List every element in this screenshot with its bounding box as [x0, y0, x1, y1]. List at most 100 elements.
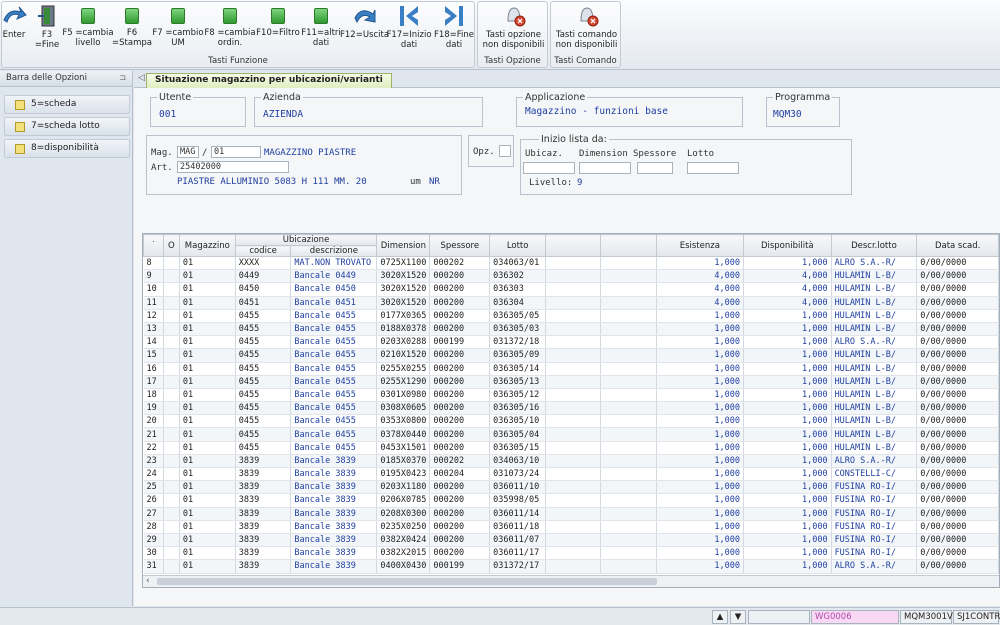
ubicaz-input[interactable]: [523, 162, 575, 174]
header-data-scad[interactable]: Data scad.: [916, 234, 999, 257]
f11-altri-dati-button[interactable]: F11=altri dati: [300, 4, 342, 48]
magazzino-cell: 01: [179, 375, 236, 389]
table-row[interactable]: 24 01 3839 Bancale 3839 0195X0423 000204 03107…: [143, 467, 999, 482]
row-number: 15: [143, 348, 164, 363]
table-row[interactable]: 27 01 3839 Bancale 3839 0208X0300 000200 03601…: [143, 507, 999, 521]
header-esistenza[interactable]: Esistenza: [655, 234, 745, 257]
opz-input[interactable]: [499, 145, 511, 157]
pin-icon[interactable]: ⊐: [119, 73, 126, 82]
mag-input[interactable]: MAG: [177, 146, 199, 158]
option-scheda-lotto[interactable]: 7=scheda lotto: [4, 117, 130, 136]
option-keys-button[interactable]: Tasti opzione non disponibili: [478, 4, 549, 50]
descr-lotto-cell: HULAMIN L-B/: [831, 388, 918, 403]
f5-cambia-livello-button[interactable]: F5 =cambia livello: [62, 4, 114, 48]
header-row-number[interactable]: ˙: [143, 234, 164, 257]
magazzino-cell: 01: [179, 309, 236, 323]
disponibilita-cell: 1,000: [743, 401, 832, 416]
table-row[interactable]: 29 01 3839 Bancale 3839 0382X0424 000200 03601…: [143, 533, 999, 548]
f17-inizio-dati-button[interactable]: F17=Inizio dati: [386, 4, 432, 50]
table-row[interactable]: 25 01 3839 Bancale 3839 0203X1180 000200 03601…: [143, 480, 999, 495]
table-row[interactable]: 17 01 0455 Bancale 0455 0255X1290 000200 03630…: [143, 375, 999, 389]
table-row[interactable]: 9 01 0449 Bancale 0449 3020X1520 000200 036302…: [143, 269, 999, 284]
descrizione-cell: Bancale 0451: [290, 296, 378, 310]
table-row[interactable]: 19 01 0455 Bancale 0455 0308X0605 000200 03630…: [143, 401, 999, 416]
empty-cell: [545, 348, 602, 363]
empty-cell: [600, 269, 657, 284]
table-row[interactable]: 21 01 0455 Bancale 0455 0378X0440 000200 03630…: [143, 427, 999, 442]
horizontal-scrollbar[interactable]: ‹: [143, 575, 999, 587]
row-number: 18: [143, 388, 164, 403]
f3-exit-button[interactable]: F3 =Fine: [32, 4, 62, 50]
tab-arrow-icon[interactable]: ◁: [138, 73, 145, 83]
esistenza-cell: 1,000: [656, 322, 745, 337]
spessore-input[interactable]: [637, 162, 673, 174]
spessore-cell: 000200: [429, 414, 491, 429]
tab-situazione-magazzino[interactable]: Situazione magazzino per ubicazioni/vari…: [146, 73, 392, 88]
f18-fine-dati-button[interactable]: F18=Fine dati: [432, 4, 476, 50]
header-descr-lotto[interactable]: Descr.lotto: [830, 234, 918, 257]
scrollbar-thumb[interactable]: [157, 578, 657, 585]
dimension-input[interactable]: [579, 162, 631, 174]
f6-stampa-button[interactable]: F6 =Stampa: [112, 4, 152, 48]
table-row[interactable]: 22 01 0455 Bancale 0455 0453X1501 000200 03630…: [143, 441, 999, 455]
option-scheda[interactable]: 5=scheda: [4, 95, 130, 114]
lotto-cell: 036305/15: [489, 441, 547, 455]
header-o[interactable]: O: [162, 234, 180, 257]
header-ubicazione[interactable]: Ubicazione: [234, 234, 378, 246]
o-cell: [163, 507, 180, 521]
f8-cambia-ordin-button[interactable]: F8 =cambia ordin.: [204, 4, 256, 48]
scroll-left-icon[interactable]: ‹: [146, 576, 150, 586]
table-row[interactable]: 18 01 0455 Bancale 0455 0301X0980 000200 03630…: [143, 388, 999, 403]
table-row[interactable]: 11 01 0451 Bancale 0451 3020X1520 000200 03630…: [143, 296, 999, 310]
table-row[interactable]: 16 01 0455 Bancale 0455 0255X0255 000200 03630…: [143, 362, 999, 376]
row-number: 19: [143, 401, 164, 416]
codice-cell: 0450: [235, 282, 292, 297]
esistenza-cell: 1,000: [656, 480, 745, 495]
table-row[interactable]: 14 01 0455 Bancale 0455 0203X0288 000199 03137…: [143, 335, 999, 350]
table-row[interactable]: 30 01 3839 Bancale 3839 0382X2015 000200 03601…: [143, 546, 999, 561]
o-cell: [163, 493, 180, 508]
table-row[interactable]: 28 01 3839 Bancale 3839 0235X0250 000200 03601…: [143, 520, 999, 534]
f10-filtro-button[interactable]: F10=Filtro: [255, 4, 301, 38]
header-codice[interactable]: codice: [234, 245, 292, 257]
option-disponibilita[interactable]: 8=disponibilità: [4, 139, 130, 158]
f12-uscita-button[interactable]: F12=Uscita: [340, 4, 389, 40]
header-spessore[interactable]: Spessore: [429, 234, 491, 257]
mag-description: MAGAZZINO PIASTRE: [264, 148, 357, 158]
option-keys-group-label: Tasti Opzione: [484, 56, 541, 66]
page-up-button[interactable]: ▲: [712, 610, 728, 624]
empty-cell: [545, 269, 602, 284]
header-empty-1[interactable]: [545, 234, 602, 257]
table-row[interactable]: 10 01 0450 Bancale 0450 3020X1520 000200 03630…: [143, 282, 999, 297]
header-dimension[interactable]: Dimension: [376, 234, 431, 257]
data-scad-cell: 0/00/0000: [916, 520, 999, 534]
table-row[interactable]: 12 01 0455 Bancale 0455 0177X0365 000200 03630…: [143, 309, 999, 323]
row-number: 31: [143, 559, 164, 574]
table-row[interactable]: 15 01 0455 Bancale 0455 0210X1520 000200 03630…: [143, 348, 999, 363]
mag-code-input[interactable]: 01: [211, 146, 261, 158]
table-row[interactable]: 8 01 XXXX MAT.NON TROVATO 0725X1100 000202 034…: [143, 256, 999, 271]
lotto-input[interactable]: [687, 162, 739, 174]
magazzino-cell: 01: [179, 269, 236, 284]
enter-button[interactable]: Enter: [0, 4, 28, 40]
page-down-button[interactable]: ▼: [730, 610, 746, 624]
utente-box: Utente 001: [150, 92, 246, 127]
table-row[interactable]: 13 01 0455 Bancale 0455 0188X0378 000200 03630…: [143, 322, 999, 337]
table-row[interactable]: 20 01 0455 Bancale 0455 0353X0800 000200 03630…: [143, 414, 999, 429]
f7-cambio-um-button[interactable]: F7 =cambio UM: [152, 4, 204, 48]
table-row[interactable]: 23 01 3839 Bancale 3839 0185X0370 000202 03406…: [143, 454, 999, 469]
art-input[interactable]: 25402000: [177, 161, 289, 173]
data-scad-cell: 0/00/0000: [916, 269, 999, 284]
esistenza-cell: 1,000: [656, 309, 745, 323]
magazzino-cell: 01: [179, 507, 236, 521]
lotto-cell: 036304: [489, 296, 547, 310]
table-row[interactable]: 31 01 3839 Bancale 3839 0400X0430 000199 03137…: [143, 559, 999, 574]
header-descrizione[interactable]: descrizione: [290, 245, 378, 257]
header-lotto[interactable]: Lotto: [489, 234, 547, 257]
table-row[interactable]: 26 01 3839 Bancale 3839 0206X0785 000200 03599…: [143, 493, 999, 508]
command-keys-button[interactable]: Tasti comando non disponibili: [551, 4, 622, 50]
header-empty-2[interactable]: [600, 234, 657, 257]
f10-label: F10=Filtro: [256, 28, 300, 38]
header-magazzino[interactable]: Magazzino: [178, 234, 236, 257]
header-disponibilita[interactable]: Disponibilità: [743, 234, 832, 257]
